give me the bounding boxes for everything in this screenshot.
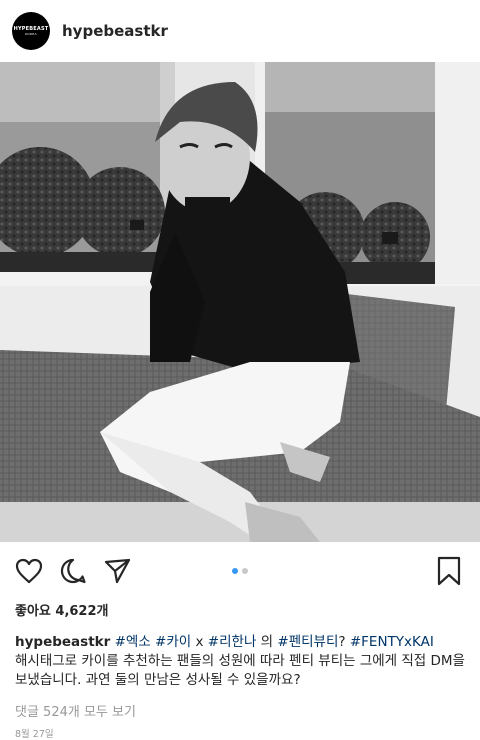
bookmark-icon[interactable] (436, 556, 462, 586)
avatar[interactable]: HYPEBEAST KOREA (12, 12, 50, 50)
hashtag-kai[interactable]: #카이 (155, 634, 191, 650)
carousel-dot-active (232, 568, 238, 574)
caption-username[interactable]: hypebeastkr (15, 634, 110, 650)
caption-body: 해시태그로 카이를 추천하는 팬들의 성원에 따라 펜티 뷰티는 그에게 직접 … (15, 653, 465, 688)
post-meta: 좋아요 4,622개 hypebeastkr #엑소 #카이 x #리한나 의 … (0, 600, 480, 740)
caption: hypebeastkr #엑소 #카이 x #리한나 의 #펜티뷰티? #FEN… (15, 633, 465, 690)
comment-bubble-icon[interactable] (58, 556, 88, 586)
post-date: 8월 27일 (15, 729, 54, 740)
caption-text: x (195, 634, 204, 650)
photo-illustration (0, 62, 480, 542)
post-header: HYPEBEAST KOREA hypebeastkr (0, 0, 480, 62)
carousel-dot (242, 568, 248, 574)
likes-count[interactable]: 좋아요 4,622개 (15, 600, 465, 619)
caption-text: ? (338, 634, 346, 650)
paper-plane-icon[interactable] (102, 556, 132, 586)
hashtag-fenty-beauty[interactable]: #펜티뷰티 (277, 634, 338, 650)
post-photo[interactable] (0, 62, 480, 542)
hashtag-exo[interactable]: #엑소 (115, 634, 151, 650)
hashtag-fentyxkai[interactable]: #FENTYxKAI (350, 634, 434, 650)
post-actions (0, 542, 480, 600)
carousel-indicator (232, 568, 248, 574)
hashtag-rihanna[interactable]: #리한나 (208, 634, 257, 650)
post-username[interactable]: hypebeastkr (62, 22, 168, 40)
heart-icon[interactable] (14, 556, 44, 586)
view-all-comments-link[interactable]: 댓글 524개 모두 보기 (15, 701, 465, 720)
avatar-logo-subtext: KOREA (25, 32, 37, 36)
caption-text: 의 (260, 634, 274, 650)
